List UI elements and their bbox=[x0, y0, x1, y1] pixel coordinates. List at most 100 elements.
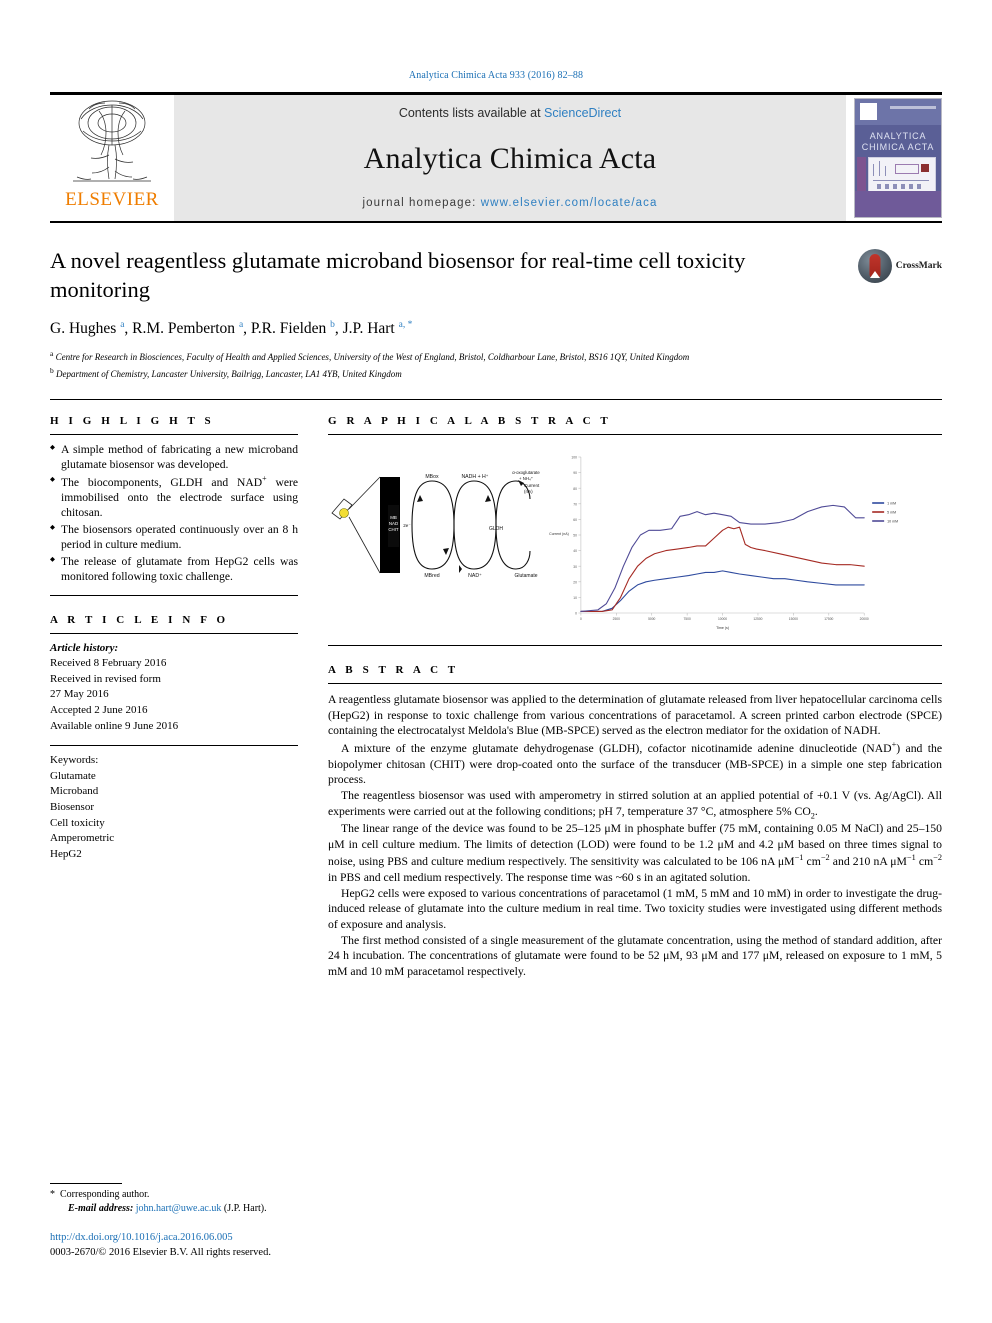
crossmark-label: CrossMark bbox=[895, 261, 942, 271]
elsevier-wordmark: ELSEVIER bbox=[65, 189, 159, 210]
list-item: Microband bbox=[50, 785, 99, 798]
highlights-rule-bottom bbox=[50, 594, 298, 596]
doi-link[interactable]: http://dx.doi.org/10.1016/j.aca.2016.06.… bbox=[50, 1230, 470, 1246]
journal-masthead: ELSEVIER Contents lists available at Sci… bbox=[50, 95, 942, 221]
crossmark-badge-group[interactable]: CrossMark bbox=[857, 247, 942, 283]
article-history-list: Received 8 February 2016 Received in revi… bbox=[50, 656, 298, 734]
svg-text:30: 30 bbox=[573, 565, 577, 569]
svg-text:15000: 15000 bbox=[789, 617, 798, 621]
svg-text:12500: 12500 bbox=[753, 617, 762, 621]
masthead-bottom-rule bbox=[50, 221, 942, 223]
email-label: E-mail address: bbox=[68, 1203, 134, 1215]
article-page: Analytica Chimica Acta 933 (2016) 82–88 bbox=[0, 0, 992, 1323]
list-item: Available online 9 June 2016 bbox=[50, 719, 179, 732]
svg-text:10000: 10000 bbox=[718, 617, 727, 621]
cover-top-text bbox=[890, 106, 936, 109]
svg-text:GLDH: GLDH bbox=[489, 526, 503, 532]
list-item: Cell toxicity bbox=[50, 816, 105, 829]
list-item: Accepted 2 June 2016 bbox=[50, 703, 148, 716]
right-column: G R A P H I C A L A B S T R A C T MB NAD… bbox=[320, 400, 942, 980]
svg-text:α-oxoglutarate: α-oxoglutarate bbox=[512, 470, 540, 475]
svg-text:5000: 5000 bbox=[648, 617, 655, 621]
highlights-list: A simple method of fabricating a new mic… bbox=[50, 442, 298, 585]
page-footer: * Corresponding author. E-mail address: … bbox=[50, 1183, 470, 1261]
graphical-abstract-figure: MB NAD CHIT 2e⁻ MBox MBred NADH + H⁺ NAD… bbox=[328, 447, 942, 639]
journal-homepage-line: journal homepage: www.elsevier.com/locat… bbox=[363, 197, 658, 209]
svg-text:2500: 2500 bbox=[613, 617, 620, 621]
crossmark-icon bbox=[857, 249, 892, 283]
svg-text:7500: 7500 bbox=[683, 617, 690, 621]
sciencedirect-link[interactable]: ScienceDirect bbox=[544, 106, 621, 120]
keywords-block: Keywords: Glutamate Microband Biosensor Cel… bbox=[50, 753, 298, 862]
corresponding-author-note: * Corresponding author. bbox=[50, 1188, 470, 1202]
toxicity-line-chart: 0 10 20 30 40 50 60 70 80 90 100 0 2500 5000 7500 10000… bbox=[543, 447, 942, 639]
abstract-paragraph: The reagentless biosensor was used with … bbox=[328, 788, 942, 820]
running-head: Analytica Chimica Acta 933 (2016) 82–88 bbox=[408, 70, 584, 81]
list-item: A simple method of fabricating a new mic… bbox=[50, 442, 298, 473]
abstract-paragraph: A mixture of the enzyme glutamate dehydr… bbox=[328, 740, 943, 787]
svg-text:20: 20 bbox=[573, 580, 577, 584]
affiliation-a: a Centre for Research in Biosciences, Fa… bbox=[50, 348, 690, 362]
keywords-label: Keywords: bbox=[50, 754, 99, 767]
author-list: G. Hughes a, R.M. Pemberton a, P.R. Fiel… bbox=[50, 319, 413, 337]
elsevier-publisher-block: ELSEVIER bbox=[50, 95, 174, 221]
cover-figure bbox=[868, 157, 936, 195]
svg-text:CHIT: CHIT bbox=[388, 527, 399, 532]
list-item: The release of glutamate from HepG2 cell… bbox=[50, 554, 298, 585]
journal-cover-block: ANALYTICA CHIMICA ACTA bbox=[846, 95, 942, 221]
svg-text:Current (nA): Current (nA) bbox=[549, 532, 569, 536]
article-info-rule-mid bbox=[50, 745, 298, 747]
contents-prefix: Contents lists available at bbox=[398, 106, 545, 120]
elsevier-tree-icon bbox=[73, 100, 151, 182]
svg-text:5 mM: 5 mM bbox=[887, 511, 896, 515]
graphical-abstract-rule-bottom bbox=[328, 644, 942, 646]
list-item: The biocomponents, GLDH and NAD+ were im… bbox=[50, 474, 298, 521]
cover-bottom-band bbox=[855, 191, 941, 217]
copyright-line: 0003-2670/© 2016 Elsevier B.V. All right… bbox=[50, 1247, 271, 1259]
svg-text:90: 90 bbox=[573, 471, 577, 475]
cover-journal-title: ANALYTICA CHIMICA ACTA bbox=[861, 131, 935, 153]
journal-title: Analytica Chimica Acta bbox=[363, 141, 657, 175]
left-column: H I G H L I G H T S A simple method of f… bbox=[50, 400, 320, 980]
abstract-body: A reagentless glutamate biosensor was ap… bbox=[328, 692, 942, 980]
email-link[interactable]: john.hart@uwe.ac.uk bbox=[136, 1203, 222, 1214]
highlights-heading: H I G H L I G H T S bbox=[50, 414, 215, 427]
svg-text:17500: 17500 bbox=[824, 617, 833, 621]
svg-text:MBox: MBox bbox=[425, 474, 439, 480]
article-history-label: Article history: bbox=[50, 641, 119, 654]
list-item: Received in revised form bbox=[50, 672, 161, 685]
highlights-rule-top bbox=[50, 433, 298, 435]
svg-text:10: 10 bbox=[573, 596, 577, 600]
svg-text:NADH + H⁺: NADH + H⁺ bbox=[461, 474, 488, 480]
affiliation-a-text: Centre for Research in Biosciences, Facu… bbox=[55, 351, 690, 362]
graphical-abstract-rule-top bbox=[328, 433, 942, 435]
svg-text:100: 100 bbox=[571, 456, 577, 460]
chart-svg: 0 10 20 30 40 50 60 70 80 90 100 0 2500 5000 7500 10000… bbox=[549, 456, 898, 630]
corresponding-star: * bbox=[50, 1189, 55, 1201]
keywords-list: Glutamate Microband Biosensor Cell toxicity… bbox=[50, 769, 298, 863]
svg-text:20000: 20000 bbox=[860, 617, 869, 621]
article-info-rule-top bbox=[50, 632, 298, 634]
svg-text:Time (s): Time (s) bbox=[716, 626, 729, 630]
svg-text:40: 40 bbox=[573, 549, 577, 553]
list-item: HepG2 bbox=[50, 847, 82, 860]
two-column-body: H I G H L I G H T S A simple method of f… bbox=[50, 400, 942, 980]
journal-homepage-link[interactable]: www.elsevier.com/locate/aca bbox=[481, 197, 658, 209]
affiliation-b-text: Department of Chemistry, Lancaster Unive… bbox=[56, 368, 402, 379]
svg-text:0: 0 bbox=[575, 612, 577, 616]
article-info-heading: A R T I C L E I N F O bbox=[50, 613, 229, 626]
list-item: Glutamate bbox=[50, 769, 96, 782]
svg-text:Glutamate: Glutamate bbox=[514, 573, 537, 579]
reaction-schematic: MB NAD CHIT 2e⁻ MBox MBred NADH + H⁺ NAD… bbox=[328, 447, 543, 639]
page-title: A novel reagentless glutamate microband … bbox=[50, 248, 746, 302]
list-item: The biosensors operated continuously ove… bbox=[50, 522, 298, 553]
article-history-block: Article history: Received 8 February 201… bbox=[50, 641, 298, 735]
graphical-abstract-heading: G R A P H I C A L A B S T R A C T bbox=[328, 414, 612, 427]
email-note: E-mail address: john.hart@uwe.ac.uk (J.P… bbox=[50, 1202, 470, 1216]
homepage-prefix: journal homepage: bbox=[362, 197, 481, 209]
list-item: 27 May 2016 bbox=[50, 688, 109, 701]
abstract-paragraph: A reagentless glutamate biosensor was ap… bbox=[328, 692, 942, 738]
list-item: Biosensor bbox=[50, 800, 94, 813]
svg-text:NAD: NAD bbox=[389, 521, 398, 526]
svg-text:2e⁻: 2e⁻ bbox=[403, 523, 411, 528]
